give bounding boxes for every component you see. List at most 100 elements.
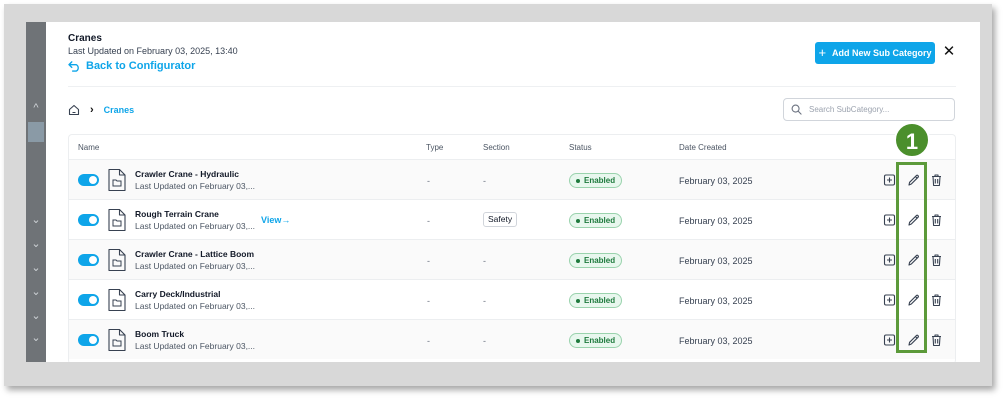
add-square-icon[interactable] <box>883 333 896 347</box>
pencil-icon[interactable] <box>907 253 920 267</box>
row-section: - <box>483 296 486 306</box>
pencil-icon[interactable] <box>907 333 920 347</box>
row-section: - <box>483 256 486 266</box>
status-badge: Enabled <box>569 253 623 268</box>
chevron-down-icon: ⌄ <box>31 310 41 322</box>
enable-toggle[interactable] <box>78 174 99 186</box>
trash-icon[interactable] <box>930 253 943 267</box>
view-link[interactable]: View→ <box>261 215 290 225</box>
row-date-created: February 03, 2025 <box>679 256 753 266</box>
add-square-icon[interactable] <box>883 173 896 187</box>
header-divider <box>68 86 956 87</box>
row-name: Boom Truck <box>135 329 185 339</box>
row-last-updated: Last Updated on February 03,... <box>135 221 256 231</box>
add-button-label: Add New Sub Category <box>832 48 932 58</box>
column-header-status: Status <box>569 143 592 152</box>
chevron-down-icon: ⌄ <box>31 238 41 250</box>
last-updated-text: Last Updated on February 03, 2025, 13:40 <box>68 46 238 56</box>
table-row[interactable]: Crawler Crane - Lattice Boom Last Update… <box>69 239 955 279</box>
step-number-badge: 1 <box>894 122 930 158</box>
enable-toggle[interactable] <box>78 254 99 266</box>
search-icon <box>791 104 802 115</box>
column-header-section: Section <box>483 143 510 152</box>
back-to-configurator-link[interactable]: Back to Configurator <box>68 60 195 72</box>
breadcrumb-current[interactable]: Cranes <box>104 105 135 115</box>
table-row[interactable]: Boom Truck Last Updated on February 03,.… <box>69 319 955 359</box>
row-date-created: February 03, 2025 <box>679 216 753 226</box>
search-input[interactable] <box>809 105 949 114</box>
row-last-updated: Last Updated on February 03,... <box>135 341 256 351</box>
status-badge: Enabled <box>569 293 623 308</box>
chevron-down-icon: ⌄ <box>31 286 41 298</box>
status-badge: Enabled <box>569 173 623 188</box>
add-new-sub-category-button[interactable]: + Add New Sub Category <box>815 42 935 64</box>
row-type: - <box>427 216 430 226</box>
row-type: - <box>427 176 430 186</box>
toggle-knob <box>89 296 97 304</box>
row-section: - <box>483 336 486 346</box>
row-name: Carry Deck/Industrial <box>135 289 221 299</box>
pencil-icon[interactable] <box>907 213 920 227</box>
folder-file-icon <box>108 328 126 352</box>
toggle-knob <box>89 336 97 344</box>
status-badge: Enabled <box>569 333 623 348</box>
row-name: Crawler Crane - Hydraulic <box>135 169 239 179</box>
enable-toggle[interactable] <box>78 214 99 226</box>
plus-icon: + <box>818 45 827 60</box>
pencil-icon[interactable] <box>907 293 920 307</box>
folder-file-icon <box>108 248 126 272</box>
trash-icon[interactable] <box>930 173 943 187</box>
enable-toggle[interactable] <box>78 294 99 306</box>
column-header-type: Type <box>426 143 444 152</box>
table-header: Name Type Section Status Date Created <box>69 135 957 159</box>
table-row[interactable]: Crawler Crane - Hydraulic Last Updated o… <box>69 159 955 199</box>
chevron-up-icon: ^ <box>33 102 39 114</box>
row-section: Safety <box>483 212 518 227</box>
status-badge: Enabled <box>569 213 623 228</box>
column-header-date-created: Date Created <box>679 143 727 152</box>
column-header-name: Name <box>78 143 100 152</box>
home-icon[interactable] <box>68 104 80 116</box>
folder-file-icon <box>108 168 126 192</box>
table-row[interactable]: Rough Terrain Crane Last Updated on Febr… <box>69 199 955 239</box>
enable-toggle[interactable] <box>78 334 99 346</box>
row-name: Rough Terrain Crane <box>135 209 219 219</box>
add-square-icon[interactable] <box>883 213 896 227</box>
row-last-updated: Last Updated on February 03,... <box>135 261 256 271</box>
trash-icon[interactable] <box>930 213 943 227</box>
chevron-down-icon: ⌄ <box>31 262 41 274</box>
row-type: - <box>427 256 430 266</box>
trash-icon[interactable] <box>930 333 943 347</box>
add-square-icon[interactable] <box>883 253 896 267</box>
subcategory-table: Name Type Section Status Date Created Cr… <box>68 134 956 362</box>
add-square-icon[interactable] <box>883 293 896 307</box>
toggle-knob <box>89 256 97 264</box>
row-name: Crawler Crane - Lattice Boom <box>135 249 255 259</box>
row-date-created: February 03, 2025 <box>679 176 753 186</box>
back-link-label: Back to Configurator <box>86 60 196 72</box>
pencil-icon[interactable] <box>907 173 920 187</box>
row-date-created: February 03, 2025 <box>679 336 753 346</box>
row-last-updated: Last Updated on February 03,... <box>135 181 256 191</box>
breadcrumb: › Cranes <box>68 104 134 116</box>
close-icon[interactable]: ✕ <box>942 44 956 60</box>
row-type: - <box>427 336 430 346</box>
chevron-down-icon: ⌄ <box>31 332 41 344</box>
search-box[interactable] <box>783 98 955 121</box>
row-date-created: February 03, 2025 <box>679 296 753 306</box>
subcategory-panel: Cranes Last Updated on February 03, 2025… <box>46 22 980 362</box>
back-arrow-icon <box>68 60 79 72</box>
row-last-updated: Last Updated on February 03,... <box>135 301 256 311</box>
folder-file-icon <box>108 288 126 312</box>
row-type: - <box>427 296 430 306</box>
background-app-sidebar: ^ ⌄ ⌄ ⌄ ⌄ ⌄ ⌄ <box>26 22 46 362</box>
folder-file-icon <box>108 208 126 232</box>
toggle-knob <box>89 216 97 224</box>
table-row[interactable]: Carry Deck/Industrial Last Updated on Fe… <box>69 279 955 319</box>
row-section: - <box>483 176 486 186</box>
toggle-knob <box>89 176 97 184</box>
trash-icon[interactable] <box>930 293 943 307</box>
sidebar-selected-block <box>28 122 44 142</box>
page-title: Cranes <box>68 33 102 44</box>
breadcrumb-separator: › <box>90 104 94 116</box>
